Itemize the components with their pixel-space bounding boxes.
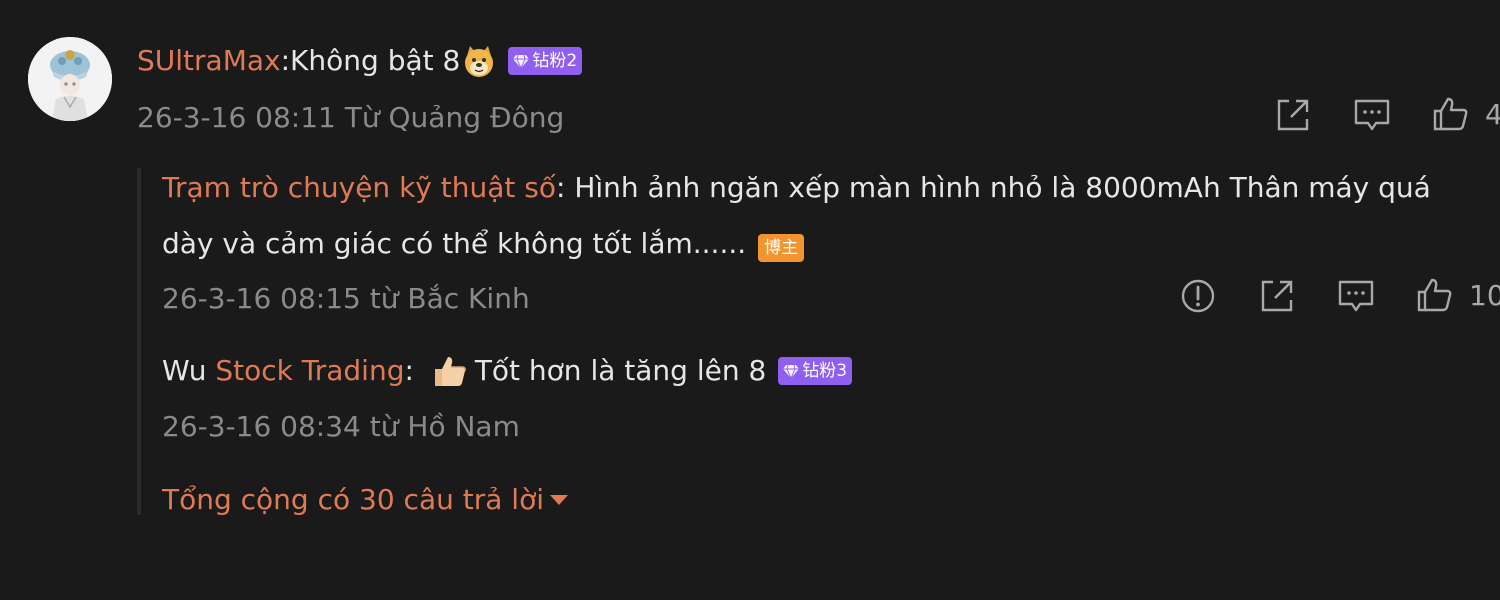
fan-badge: 钻粉3 [778,357,853,385]
avatar[interactable] [28,37,112,121]
more-replies-label: Tổng cộng có 30 câu trả lời [162,483,544,516]
reply-1-timestamp: 26-3-16 08:15 từ Bắc Kinh [162,282,530,315]
like-count: 4 [1485,98,1500,131]
doge-emoji [462,44,496,78]
reply-2-username[interactable]: Stock Trading [215,352,404,390]
fan-badge: 钻粉2 [508,47,583,75]
reply-1-like-count: 10 [1469,279,1500,312]
diamond-icon [513,54,530,68]
reply-1-actions: 10 [1178,276,1500,316]
like-icon[interactable] [1431,95,1471,135]
report-icon[interactable] [1178,276,1218,316]
share-icon[interactable] [1257,276,1297,316]
comment-text: Không bật 8 [290,44,461,77]
comment-icon[interactable] [1336,276,1376,316]
reply-2-timestamp: 26-3-16 08:34 từ Hồ Nam [162,410,520,443]
share-icon[interactable] [1273,95,1313,135]
diamond-icon [783,364,800,378]
comment-timestamp: 26-3-16 08:11 Từ Quảng Đông [137,101,565,134]
comment-separator: : [280,44,291,77]
reply-2: Wu Stock Trading : Tốt hơn là tăng lên 8… [162,352,853,390]
comment-actions: 4 [1273,95,1500,135]
fan-badge-label: 钻粉3 [802,361,848,381]
reply-1: Trạm trò chuyện kỹ thuật số: Hình ảnh ng… [162,160,1482,272]
reply-2-prefix: Wu [162,354,216,387]
comment-icon[interactable] [1352,95,1392,135]
reply-2-separator: : [404,354,423,387]
comment-username[interactable]: SUltraMax [137,42,281,80]
more-replies-link[interactable]: Tổng cộng có 30 câu trả lời [162,481,568,519]
reply-2-text: Tốt hơn là tăng lên 8 [474,354,767,387]
comment-line: SUltraMax : Không bật 8 钻粉2 [137,42,583,80]
reply-1-separator: : [555,171,575,204]
chevron-down-icon [550,495,568,505]
like-icon[interactable] [1415,276,1455,316]
fan-badge-label: 钻粉2 [532,51,578,71]
blogger-badge: 博主 [758,234,805,262]
reply-1-username[interactable]: Trạm trò chuyện kỹ thuật số [162,171,556,204]
thumbs-up-emoji [431,353,467,389]
